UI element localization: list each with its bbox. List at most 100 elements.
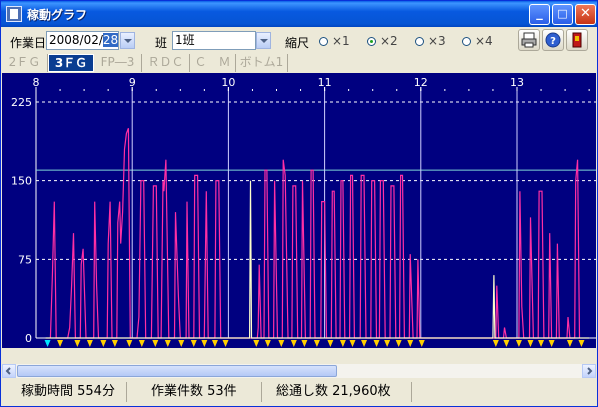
scale-option-label: ×1 xyxy=(332,34,350,48)
y-tick-label: 0 xyxy=(25,332,32,345)
close-button[interactable]: ✕ xyxy=(575,4,596,25)
arrow-left-icon xyxy=(5,367,11,375)
title-bar[interactable]: 稼動グラフ _ □ ✕ xyxy=(1,1,597,27)
scroll-thumb[interactable] xyxy=(17,365,337,377)
print-button[interactable] xyxy=(518,29,540,51)
print-icon xyxy=(521,32,537,48)
scale-option-x4[interactable]: ×4 xyxy=(462,34,493,48)
window-title: 稼動グラフ xyxy=(27,8,88,22)
x-tick-label: 8 xyxy=(33,76,40,89)
x-tick-label: 11 xyxy=(318,76,332,89)
job-marker xyxy=(548,340,555,347)
y-tick-label: 225 xyxy=(11,96,32,109)
tab-3fg[interactable]: 3ＦＧ xyxy=(48,54,94,72)
job-marker xyxy=(301,340,308,347)
shift-dropdown-button[interactable] xyxy=(256,32,271,49)
horizontal-scrollbar[interactable] xyxy=(2,364,596,378)
x-tick-label: 12 xyxy=(414,76,428,89)
arrow-right-icon xyxy=(587,367,593,375)
shift-select[interactable]: 1班 xyxy=(172,31,256,50)
job-marker xyxy=(178,340,185,347)
job-marker xyxy=(152,340,159,347)
shift-label: 班 xyxy=(155,36,168,50)
job-marker xyxy=(222,340,229,347)
date-day-selected: 28 xyxy=(102,33,119,47)
job-marker xyxy=(361,340,368,347)
job-marker xyxy=(515,340,522,347)
tab-rdc[interactable]: ＲＤＣ xyxy=(142,54,190,72)
app-icon xyxy=(6,6,22,22)
tab-cm[interactable]: Ｃ Ｍ xyxy=(190,54,236,72)
status-operating-time: 稼動時間 554分 xyxy=(17,382,127,402)
x-tick-label: 9 xyxy=(129,76,136,89)
radio-selected-icon xyxy=(367,37,376,46)
job-marker xyxy=(503,340,510,347)
exit-button[interactable] xyxy=(566,29,588,51)
minimize-button[interactable]: _ xyxy=(529,4,550,25)
series-line xyxy=(49,127,581,339)
chart-canvas: 225 150 75 0 8 9 10 11 12 13 xyxy=(11,76,596,347)
radio-icon xyxy=(462,37,471,46)
job-marker xyxy=(253,340,260,347)
exit-icon xyxy=(572,32,582,48)
status-bar: 稼動時間 554分 作業件数 53件 総通し数 21,960枚 xyxy=(2,380,596,404)
job-marker xyxy=(527,340,534,347)
job-marker xyxy=(290,340,297,347)
help-icon: ? xyxy=(545,32,561,48)
operation-chart: 225 150 75 0 8 9 10 11 12 13 xyxy=(2,73,596,348)
job-marker xyxy=(111,340,118,347)
scale-option-x3[interactable]: ×3 xyxy=(415,34,446,48)
x-tick-label: 13 xyxy=(510,76,524,89)
job-marker xyxy=(578,340,585,347)
job-marker xyxy=(538,340,545,347)
job-marker xyxy=(74,340,81,347)
job-marker xyxy=(264,340,271,347)
job-marker xyxy=(138,340,145,347)
status-total-sheets: 総通し数 21,960枚 xyxy=(272,382,412,402)
date-label: 作業日 xyxy=(10,36,47,50)
scale-option-label: ×2 xyxy=(380,34,398,48)
job-marker xyxy=(327,340,334,347)
job-marker xyxy=(418,340,425,347)
scroll-left-button[interactable] xyxy=(2,364,16,378)
svg-text:?: ? xyxy=(550,36,556,47)
radio-icon xyxy=(319,37,328,46)
job-marker xyxy=(395,340,402,347)
job-marker xyxy=(373,340,380,347)
job-marker xyxy=(211,340,218,347)
tab-fp3[interactable]: FP―3 xyxy=(94,54,142,72)
job-marker xyxy=(313,340,320,347)
job-marker xyxy=(126,340,133,347)
job-marker xyxy=(384,340,391,347)
radio-icon xyxy=(415,37,424,46)
app-window: 稼動グラフ _ □ ✕ 作業日 2008/02/28 班 1班 縮尺 ×1 ×2… xyxy=(0,0,598,407)
job-marker xyxy=(164,340,171,347)
scale-option-x2[interactable]: ×2 xyxy=(367,34,398,48)
scroll-right-button[interactable] xyxy=(582,364,596,378)
job-marker xyxy=(44,340,51,347)
scale-option-x1[interactable]: ×1 xyxy=(319,34,350,48)
job-marker xyxy=(349,340,356,347)
maximize-button[interactable]: □ xyxy=(552,4,573,25)
job-marker xyxy=(407,340,414,347)
date-dropdown-button[interactable] xyxy=(120,32,135,49)
job-marker xyxy=(190,340,197,347)
job-marker xyxy=(57,340,64,347)
scale-option-label: ×3 xyxy=(428,34,446,48)
job-marker xyxy=(201,340,208,347)
help-button[interactable]: ? xyxy=(542,29,564,51)
date-prefix: 2008/02/ xyxy=(49,33,103,47)
tab-2fg[interactable]: 2ＦＧ xyxy=(2,54,48,72)
y-tick-label: 75 xyxy=(18,253,32,266)
job-marker xyxy=(278,340,285,347)
toolbar: 作業日 2008/02/28 班 1班 縮尺 ×1 ×2 ×3 ×4 ? xyxy=(2,28,596,53)
status-job-count: 作業件数 53件 xyxy=(147,382,262,402)
tab-bottom1[interactable]: ボトム1 xyxy=(236,54,288,72)
date-field[interactable]: 2008/02/28 xyxy=(46,31,119,50)
scale-option-label: ×4 xyxy=(475,34,493,48)
job-marker xyxy=(339,340,346,347)
job-marker xyxy=(86,340,93,347)
x-tick-label: 10 xyxy=(221,76,235,89)
job-marker xyxy=(566,340,573,347)
job-marker xyxy=(100,340,107,347)
